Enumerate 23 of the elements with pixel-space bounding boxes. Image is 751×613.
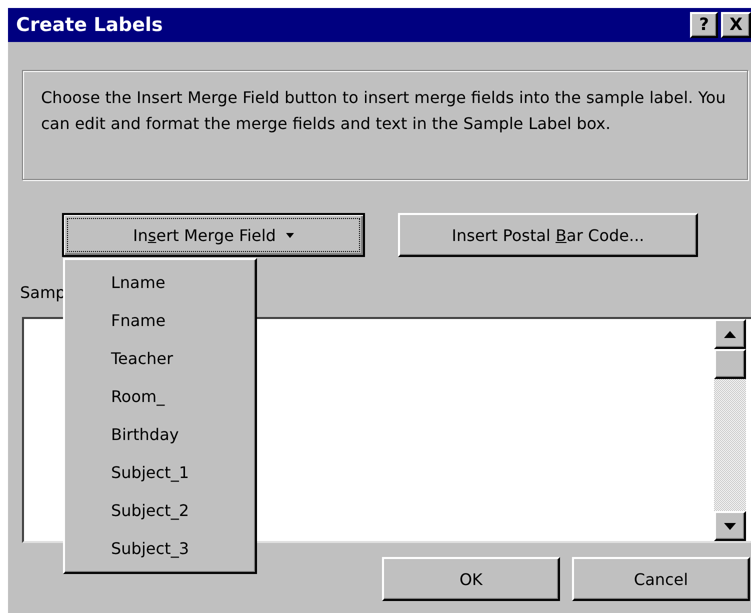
menu-item[interactable]: Subject_2: [65, 492, 255, 530]
insert-postal-bar-code-button[interactable]: Insert Postal Bar Code...: [398, 213, 698, 257]
close-button[interactable]: X: [721, 12, 751, 38]
menu-item[interactable]: Subject_3: [65, 530, 255, 568]
up-arrow-icon: [724, 330, 736, 338]
scroll-thumb[interactable]: [714, 349, 746, 379]
menu-item[interactable]: Lname: [65, 264, 255, 302]
menu-item[interactable]: Subject_1: [65, 454, 255, 492]
scroll-up-button[interactable]: [714, 319, 746, 349]
insert-merge-field-button[interactable]: Insert Merge Field: [62, 213, 365, 257]
menu-item[interactable]: Fname: [65, 302, 255, 340]
instructions-text: Choose the Insert Merge Field button to insert merge fields into the sample label. You can edit and format the merge fields and text in the Sample Label box.: [22, 70, 748, 180]
menu-item[interactable]: Birthday: [65, 416, 255, 454]
down-arrow-icon: [724, 522, 736, 530]
ok-button[interactable]: OK: [382, 557, 560, 601]
caret-icon: [286, 232, 294, 238]
menu-item[interactable]: Room_: [65, 378, 255, 416]
window-title: Create Labels: [16, 14, 164, 36]
scrollbar[interactable]: [714, 319, 746, 541]
scroll-down-button[interactable]: [714, 511, 746, 541]
help-button[interactable]: ?: [690, 12, 718, 38]
cancel-button[interactable]: Cancel: [572, 557, 750, 601]
menu-item[interactable]: Teacher: [65, 340, 255, 378]
